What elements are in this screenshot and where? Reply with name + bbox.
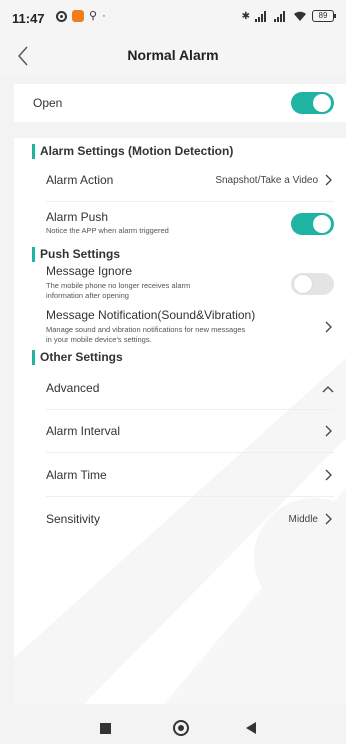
chevron-right-icon: [325, 174, 332, 186]
system-navigation-bar: [0, 714, 346, 744]
chevron-right-icon: [325, 321, 332, 333]
more-dot-icon: ·: [102, 10, 106, 22]
alarm-push-row: Alarm Push Notice the APP when alarm tri…: [14, 208, 346, 238]
sensitivity-row[interactable]: Sensitivity Middle: [14, 500, 346, 540]
alarm-action-row[interactable]: Alarm Action Snapshot/Take a Video: [14, 166, 346, 194]
alarm-push-description: Notice the APP when alarm triggered: [46, 226, 169, 235]
status-time: 11:47: [12, 11, 45, 26]
location-icon: ⚲: [89, 10, 98, 22]
chevron-right-icon: [325, 425, 332, 437]
status-bar: 11:47 ⚲ · ✱ 89: [0, 0, 346, 38]
section-header-push-settings: Push Settings: [32, 247, 346, 262]
system-back-button[interactable]: [246, 722, 256, 734]
toggle-knob: [294, 275, 312, 293]
advanced-label: Advanced: [46, 381, 100, 395]
wifi-icon: [294, 11, 306, 21]
status-system-icons: ✱ 89: [241, 10, 336, 22]
chevron-up-icon: [322, 386, 334, 393]
open-setting-card: Open: [14, 84, 346, 122]
battery-icon: 89: [312, 10, 336, 22]
alarm-time-row[interactable]: Alarm Time: [14, 456, 346, 496]
message-notification-row[interactable]: Message Notification(Sound&Vibration) Ma…: [14, 308, 346, 348]
advanced-row[interactable]: Advanced: [14, 371, 346, 409]
toggle-knob: [313, 94, 331, 112]
bluetooth-icon: ✱: [241, 10, 250, 22]
navigation-bar: Normal Alarm: [0, 38, 346, 74]
sensitivity-label: Sensitivity: [46, 512, 101, 526]
app-notification-icon: [72, 10, 84, 22]
alarm-action-label: Alarm Action: [46, 173, 114, 187]
divider: [46, 409, 334, 410]
alarm-push-label: Alarm Push: [46, 210, 109, 224]
divider: [46, 201, 334, 202]
sensitivity-value: Middle: [288, 514, 318, 525]
alarm-interval-label: Alarm Interval: [46, 424, 121, 438]
alarm-action-value: Snapshot/Take a Video: [215, 175, 318, 186]
open-toggle[interactable]: [291, 92, 334, 114]
record-icon: [56, 10, 67, 22]
toggle-knob: [313, 215, 331, 233]
chevron-right-icon: [325, 469, 332, 481]
message-notification-description-line1: Manage sound and vibration notifications…: [46, 325, 246, 334]
chevron-right-icon: [325, 513, 332, 525]
section-header-other-settings: Other Settings: [32, 350, 346, 365]
home-button[interactable]: [173, 720, 189, 736]
recent-apps-button[interactable]: [100, 723, 111, 734]
signal-icon-2: [274, 10, 288, 22]
message-ignore-description-line1: The mobile phone no longer receives alar…: [46, 281, 191, 290]
message-ignore-label: Message Ignore: [46, 264, 133, 278]
message-ignore-row: Message Ignore The mobile phone no longe…: [14, 264, 346, 306]
message-notification-label: Message Notification(Sound&Vibration): [46, 308, 256, 322]
message-ignore-toggle[interactable]: [291, 273, 334, 295]
status-notification-icons: ⚲ ·: [56, 10, 106, 22]
alarm-time-label: Alarm Time: [46, 468, 107, 482]
settings-panel: Alarm Settings (Motion Detection) Alarm …: [14, 138, 346, 704]
open-label: Open: [33, 96, 63, 110]
divider: [46, 452, 334, 453]
alarm-interval-row[interactable]: Alarm Interval: [14, 412, 346, 452]
section-header-alarm-settings: Alarm Settings (Motion Detection): [32, 144, 346, 159]
signal-icon: [255, 10, 269, 22]
divider: [46, 496, 334, 497]
page-title: Normal Alarm: [127, 47, 219, 63]
message-ignore-description-line2: information after opening: [46, 291, 129, 300]
alarm-push-toggle[interactable]: [291, 213, 334, 235]
message-notification-description-line2: in your mobile device's settings.: [46, 335, 152, 344]
